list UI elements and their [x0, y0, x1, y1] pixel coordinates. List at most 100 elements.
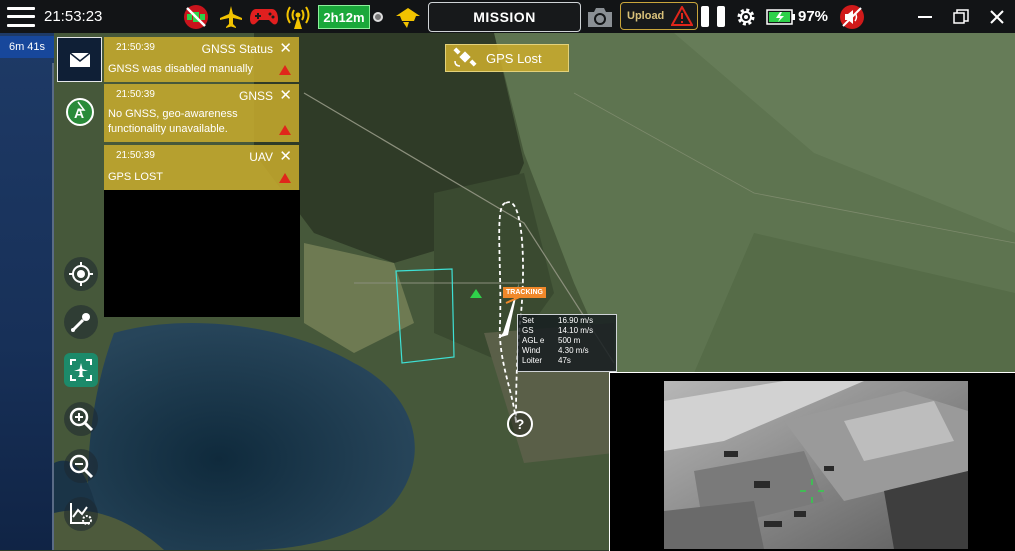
drone-link-icon: A: [66, 98, 94, 126]
pause-button[interactable]: [701, 6, 725, 27]
warning-icon: [279, 125, 291, 135]
locate-icon: [69, 262, 93, 286]
restore-icon: [953, 8, 969, 24]
waypoint-marker[interactable]: ?: [507, 411, 533, 437]
notification-message: GPS LOST: [108, 171, 164, 183]
audio-mute-button[interactable]: [837, 0, 867, 33]
top-toolbar: 21:53:23 2h12m MISSION Upload 97%: [0, 0, 1015, 33]
zoom-in-button[interactable]: [64, 402, 98, 436]
notification-time: 21:50:39: [116, 150, 155, 161]
satellite-icon: [453, 47, 477, 67]
telemetry-key: AGL e: [522, 336, 545, 345]
telemetry-panel: Set 16.90 m/s GS 14.10 m/s AGL e 500 m Wind…: [517, 314, 617, 372]
center-icon: [70, 359, 92, 381]
record-dot-icon: [373, 11, 383, 22]
gamepad-icon: [250, 8, 278, 24]
minimize-button[interactable]: [912, 0, 938, 33]
warning-icon: [279, 173, 291, 183]
telemetry-value: 4.30 m/s: [558, 346, 589, 355]
signal-icon: [286, 5, 310, 29]
chart-settings-icon: [70, 503, 92, 525]
zoom-out-icon: [69, 454, 94, 479]
warning-icon: [279, 65, 291, 75]
drone-link-button[interactable]: A: [64, 96, 98, 130]
gps-off-icon: [184, 4, 208, 29]
pause-bar: [717, 6, 725, 27]
mail-icon: [69, 51, 90, 67]
telemetry-row: Wind 4.30 m/s: [518, 346, 616, 356]
telemetry-value: 47s: [558, 356, 571, 365]
notification-message: No GNSS, geo-awareness functionality una…: [108, 108, 238, 135]
telemetry-row: Loiter 47s: [518, 356, 616, 366]
telemetry-value: 16.90 m/s: [558, 316, 594, 325]
center-aircraft-button[interactable]: [64, 353, 98, 387]
notification-title: GNSS Status: [201, 42, 273, 56]
telemetry-value: 500 m: [558, 336, 581, 345]
notification-time: 21:50:39: [116, 42, 155, 53]
notification-panel-empty: [104, 190, 300, 317]
gear-icon: [737, 8, 755, 25]
camera-video-feed[interactable]: [609, 372, 1015, 551]
camera-icon: [588, 7, 612, 27]
notification-gnss-status: 21:50:39 GNSS Status ✕ GNSS was disabled…: [104, 37, 299, 82]
telemetry-key: Loiter: [522, 356, 543, 365]
battery-indicator: [766, 0, 796, 33]
notification-close-button[interactable]: ✕: [279, 39, 292, 57]
telemetry-row: AGL e 500 m: [518, 336, 616, 346]
telemetry-value: 14.10 m/s: [558, 326, 594, 335]
record-indicator: [371, 0, 385, 33]
waypoint-label: ?: [515, 416, 525, 432]
thermal-image: [664, 381, 968, 549]
notification-uav: 21:50:39 UAV ✕ GPS LOST: [104, 145, 299, 190]
signal-status-button[interactable]: [283, 0, 313, 33]
close-window-button[interactable]: [984, 0, 1010, 33]
restore-button[interactable]: [948, 0, 974, 33]
notification-gnss: 21:50:39 GNSS ✕ No GNSS, geo-awareness f…: [104, 84, 299, 142]
gps-lost-banner: GPS Lost: [445, 44, 569, 72]
pipette-icon: [71, 313, 90, 332]
notification-time: 21:50:39: [116, 89, 155, 100]
battery-icon: [766, 8, 795, 25]
gps-status-button[interactable]: [180, 0, 212, 33]
menu-icon: [7, 6, 35, 27]
camera-button[interactable]: [585, 0, 615, 33]
zoom-in-icon: [69, 407, 94, 432]
telemetry-row: Set 16.90 m/s: [518, 316, 616, 326]
mission-button[interactable]: MISSION: [428, 2, 581, 32]
telemetry-row: GS 14.10 m/s: [518, 326, 616, 336]
notification-close-button[interactable]: ✕: [279, 86, 292, 104]
clock: 21:53:23: [44, 8, 103, 25]
aircraft-status-button[interactable]: [216, 0, 246, 33]
notification-title: GNSS: [238, 89, 273, 103]
telemetry-key: Set: [522, 316, 535, 325]
upload-label: Upload: [627, 10, 665, 22]
close-icon: [990, 9, 1004, 24]
locate-button[interactable]: [64, 257, 98, 291]
pipette-button[interactable]: [64, 305, 98, 339]
gps-lost-text: GPS Lost: [486, 50, 542, 66]
tracking-label: TRACKING: [503, 287, 546, 298]
pause-bar: [701, 6, 709, 27]
upload-button[interactable]: Upload: [620, 2, 698, 30]
aircraft-icon: [220, 5, 242, 28]
gamepad-status-button[interactable]: [248, 0, 280, 33]
tag-icon: [396, 7, 420, 28]
mute-icon: [840, 4, 864, 29]
notification-message: GNSS was disabled manually: [108, 63, 253, 75]
mission-timer: 6m 41s: [0, 36, 54, 58]
settings-button[interactable]: [732, 0, 760, 33]
notification-title: UAV: [249, 150, 273, 164]
flight-time-badge: 2h12m: [318, 5, 370, 29]
warning-icon: [671, 6, 693, 26]
menu-button[interactable]: [6, 0, 36, 33]
telemetry-key: Wind: [522, 346, 541, 355]
mail-button[interactable]: [57, 37, 102, 82]
payload-status-button[interactable]: [393, 0, 423, 33]
chart-settings-button[interactable]: [64, 497, 98, 531]
zoom-out-button[interactable]: [64, 449, 98, 483]
battery-percent: 97%: [798, 8, 829, 25]
left-sidebar: 6m 41s: [0, 33, 54, 550]
telemetry-key: GS: [522, 326, 534, 335]
notification-close-button[interactable]: ✕: [279, 147, 292, 165]
minimize-icon: [918, 15, 932, 18]
